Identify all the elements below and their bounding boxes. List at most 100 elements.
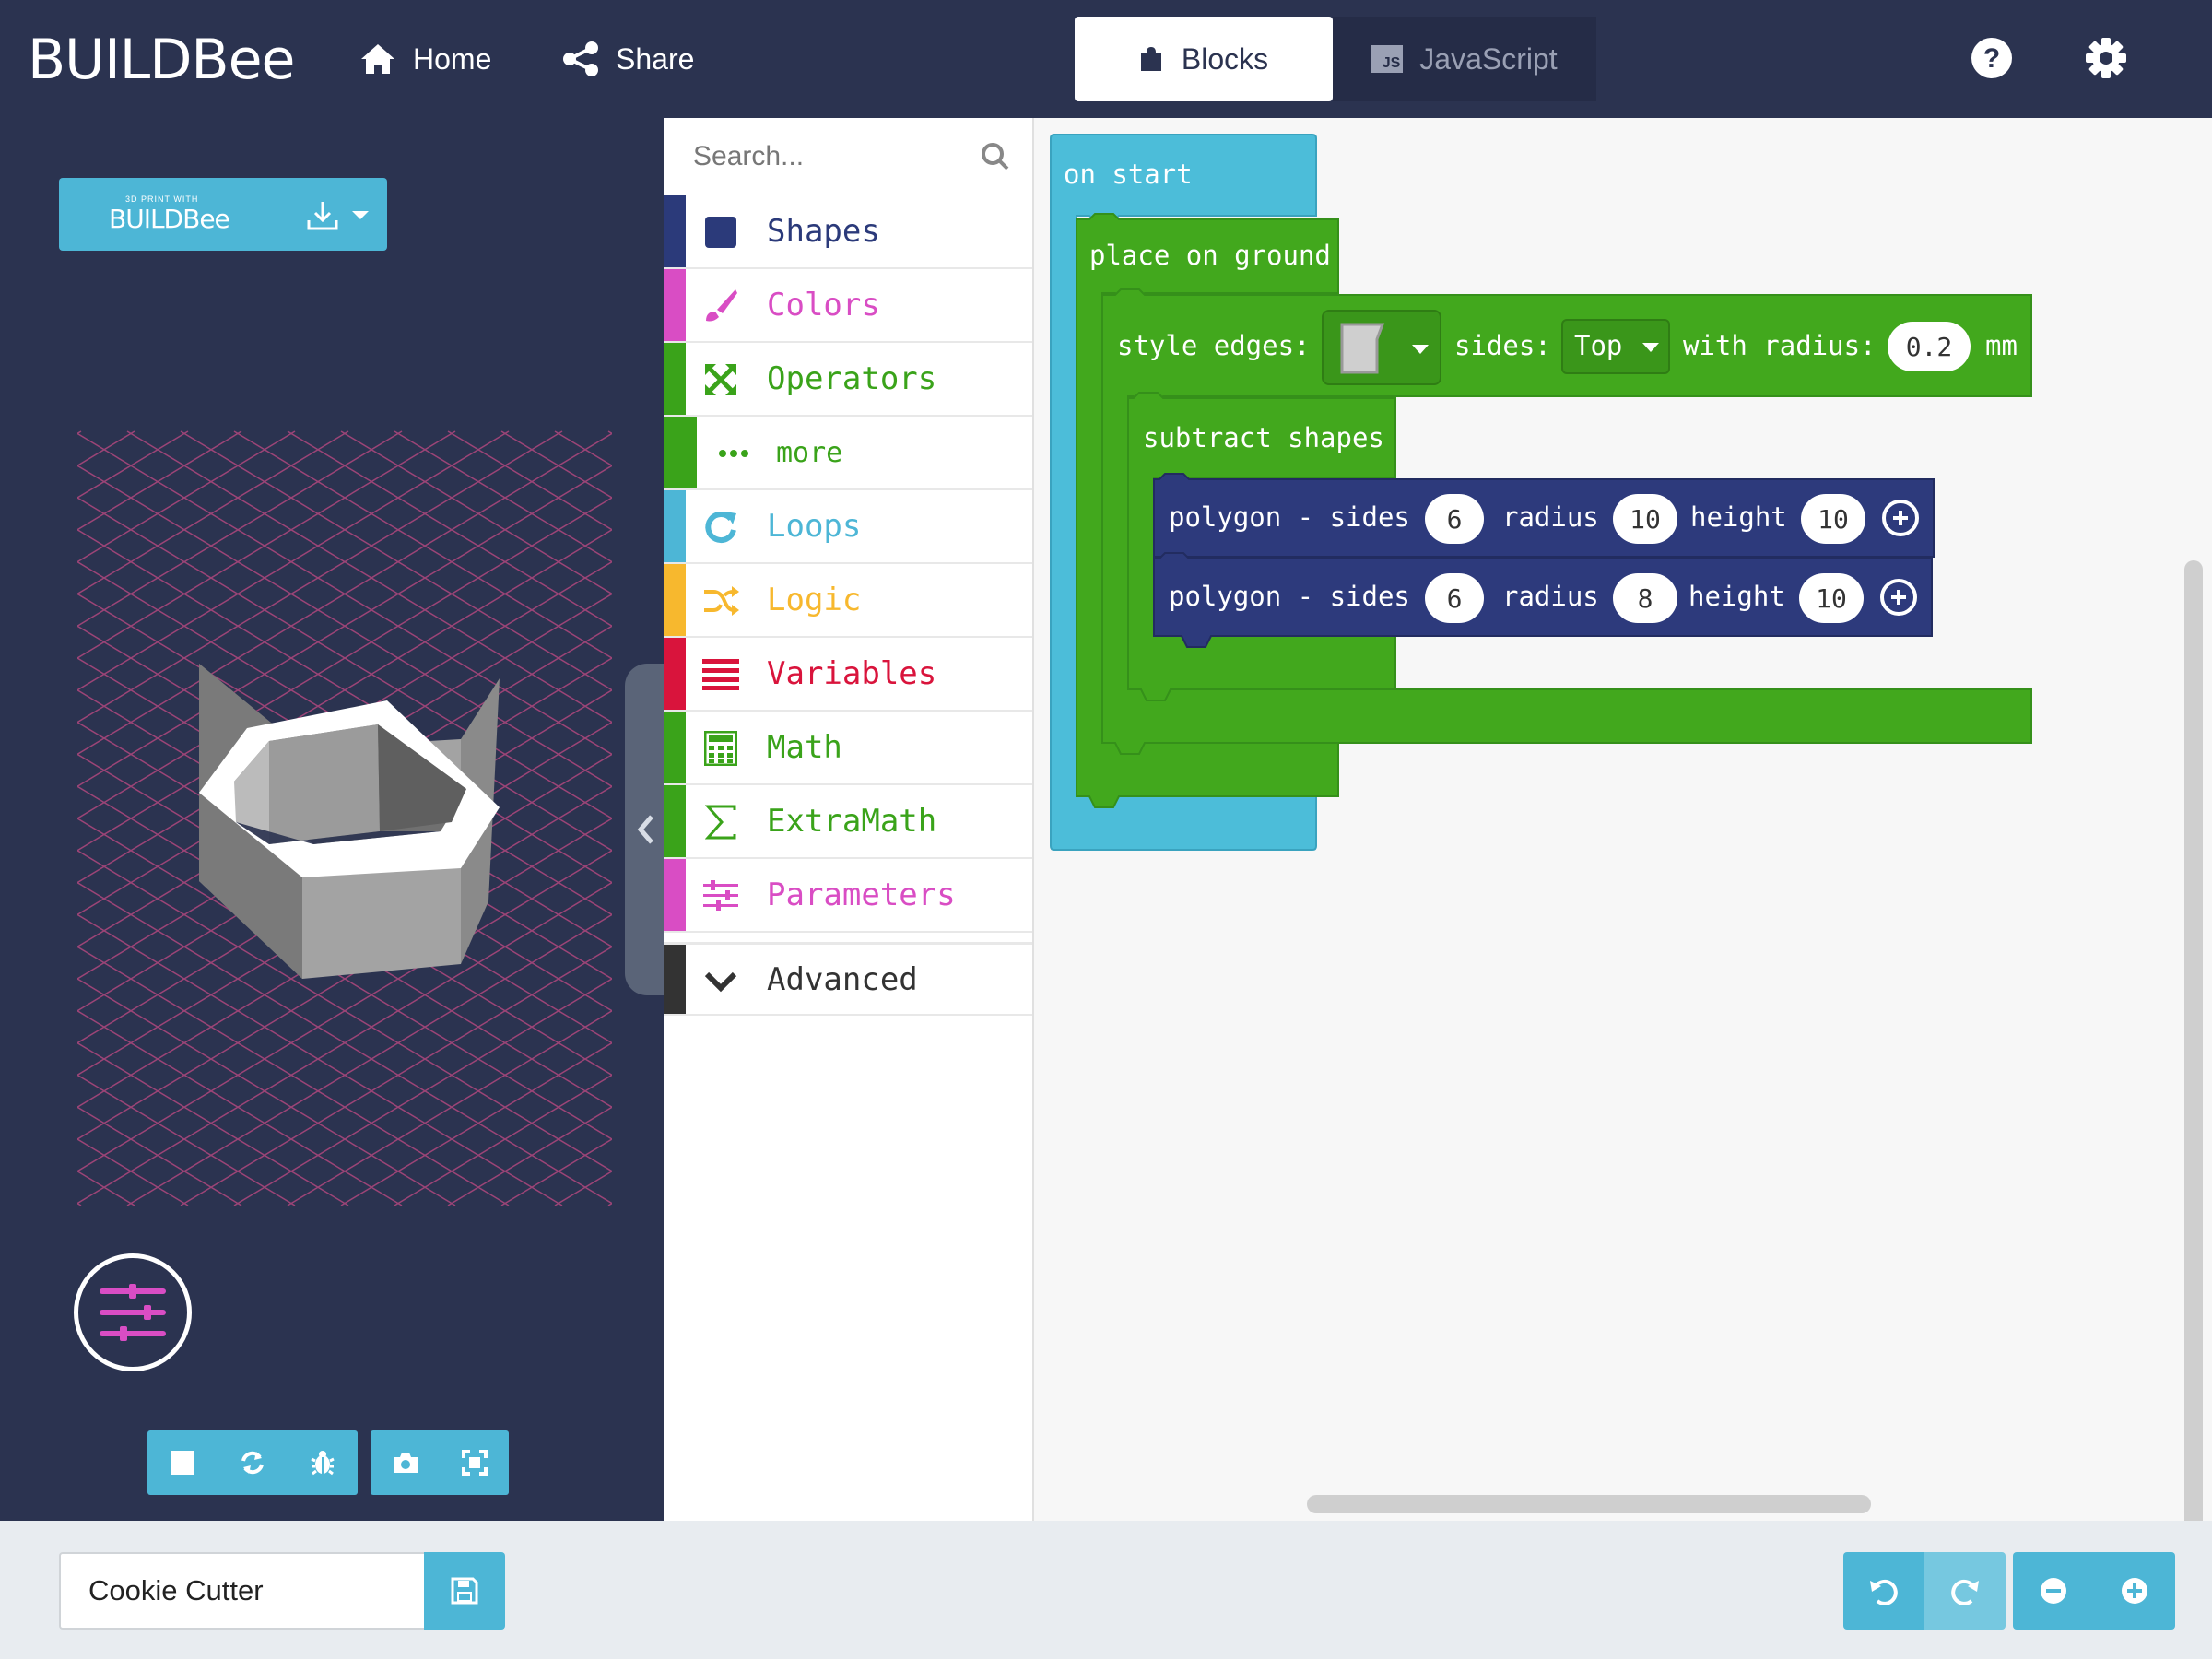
category-variables[interactable]: Variables bbox=[664, 638, 1032, 712]
add-parameter-icon[interactable] bbox=[1880, 579, 1917, 616]
project-name-input[interactable]: Cookie Cutter bbox=[59, 1552, 424, 1630]
help-button[interactable]: ? bbox=[1971, 37, 2013, 84]
camera-icon bbox=[393, 1453, 418, 1473]
buildbee-logo[interactable]: BUILDBee bbox=[28, 28, 295, 92]
tab-blocks[interactable]: Blocks bbox=[1075, 17, 1333, 101]
horizontal-scrollbar[interactable] bbox=[1307, 1495, 1871, 1513]
undo-icon bbox=[1870, 1579, 1898, 1605]
toolbox-search[interactable]: Search... bbox=[664, 118, 1032, 195]
share-link[interactable]: Share bbox=[562, 29, 694, 88]
refresh-icon bbox=[702, 509, 739, 546]
place-on-ground-label: place on ground bbox=[1089, 240, 1331, 271]
add-parameter-icon[interactable] bbox=[1882, 500, 1919, 536]
home-icon bbox=[361, 44, 394, 74]
grid-line bbox=[77, 430, 135, 467]
category-shapes[interactable]: Shapes bbox=[664, 195, 1032, 269]
sigma-icon bbox=[702, 804, 739, 841]
bug-icon bbox=[311, 1451, 335, 1476]
polygon-radius-input[interactable]: 8 bbox=[1613, 573, 1677, 623]
zoom-in-button[interactable] bbox=[2094, 1552, 2175, 1630]
category-math[interactable]: Math bbox=[664, 712, 1032, 785]
grid-line bbox=[77, 1170, 135, 1206]
polygon-height-label: height bbox=[1688, 581, 1785, 612]
shuffle-icon bbox=[702, 582, 739, 619]
dots-icon bbox=[715, 435, 752, 472]
undo-button[interactable] bbox=[1843, 1552, 1924, 1630]
polygon-radius-input[interactable]: 10 bbox=[1613, 494, 1677, 544]
help-icon: ? bbox=[1971, 38, 2012, 78]
calculator-icon bbox=[702, 730, 739, 767]
search-input[interactable]: Search... bbox=[693, 141, 804, 172]
category-colors[interactable]: Colors bbox=[664, 269, 1032, 343]
save-button[interactable] bbox=[424, 1552, 505, 1630]
settings-button[interactable] bbox=[2085, 37, 2127, 84]
refresh-icon bbox=[241, 1451, 264, 1475]
bottom-bar: Cookie Cutter bbox=[0, 1521, 2212, 1659]
fullscreen-button[interactable] bbox=[440, 1430, 509, 1495]
home-link[interactable]: Home bbox=[359, 29, 491, 88]
edge-style-dropdown[interactable] bbox=[1322, 310, 1441, 385]
edge-style-icon bbox=[1340, 323, 1385, 374]
category-operators[interactable]: Operators bbox=[664, 343, 1032, 417]
polygon-radius-label: radius bbox=[1502, 581, 1599, 612]
stop-button[interactable] bbox=[147, 1430, 218, 1495]
stop-icon bbox=[171, 1451, 194, 1475]
print-logo-text: BUILDBee bbox=[109, 204, 230, 234]
polygon-height-input[interactable]: 10 bbox=[1799, 573, 1864, 623]
tab-javascript[interactable]: JS JavaScript bbox=[1333, 17, 1596, 101]
polygon-sides-input[interactable]: 6 bbox=[1425, 573, 1484, 623]
chevron-down-icon bbox=[702, 963, 739, 1000]
category-logic[interactable]: Logic bbox=[664, 564, 1032, 638]
tab-blocks-label: Blocks bbox=[1181, 41, 1269, 76]
parameters-toggle-button[interactable] bbox=[74, 1253, 192, 1371]
floppy-disk-icon bbox=[451, 1577, 478, 1605]
edge-radius-input[interactable]: 0.2 bbox=[1888, 322, 1971, 371]
category-loops[interactable]: Loops bbox=[664, 490, 1032, 564]
caret-down-icon bbox=[1412, 345, 1429, 354]
chevron-left-icon bbox=[637, 815, 653, 844]
screenshot-button[interactable] bbox=[371, 1430, 440, 1495]
square-icon bbox=[702, 214, 739, 251]
simulator-controls bbox=[147, 1430, 358, 1495]
blocks-workspace[interactable]: on start place on ground style edges: si… bbox=[1034, 118, 2212, 1521]
category-operators-more[interactable]: more bbox=[664, 417, 1032, 490]
unit-label: mm bbox=[1985, 330, 2018, 361]
category-advanced[interactable]: Advanced bbox=[664, 942, 1032, 1016]
category-parameters[interactable]: Parameters bbox=[664, 859, 1032, 933]
collapse-preview-button[interactable] bbox=[625, 664, 667, 995]
gear-icon bbox=[2086, 38, 2126, 78]
sides-dropdown[interactable]: Top bbox=[1561, 319, 1670, 374]
subtract-shapes-label: subtract shapes bbox=[1143, 422, 1384, 453]
polygon-sides-label: polygon - sides bbox=[1169, 581, 1410, 612]
search-icon[interactable] bbox=[981, 142, 1010, 171]
plus-circle-icon bbox=[2122, 1578, 2147, 1604]
polygon-radius-label: radius bbox=[1502, 501, 1599, 533]
sides-label: sides: bbox=[1454, 330, 1551, 361]
polygon-sides-input[interactable]: 6 bbox=[1425, 494, 1484, 544]
list-icon bbox=[702, 656, 739, 693]
3d-preview-panel[interactable]: 3D PRINT WITH BUILDBee bbox=[0, 118, 664, 1521]
javascript-icon: JS bbox=[1371, 45, 1404, 73]
paintbrush-icon bbox=[702, 288, 739, 324]
print-with-buildbee-button[interactable]: 3D PRINT WITH BUILDBee bbox=[59, 178, 387, 251]
category-extramath[interactable]: ExtraMath bbox=[664, 785, 1032, 859]
caret-down-icon bbox=[1642, 343, 1659, 352]
minus-circle-icon bbox=[2041, 1578, 2066, 1604]
zoom-out-button[interactable] bbox=[2013, 1552, 2094, 1630]
restart-button[interactable] bbox=[218, 1430, 288, 1495]
redo-button[interactable] bbox=[1924, 1552, 2006, 1630]
redo-icon bbox=[1951, 1579, 1979, 1605]
share-label: Share bbox=[616, 41, 695, 76]
hexagon-model[interactable] bbox=[184, 651, 516, 982]
dropdown-caret-icon[interactable] bbox=[352, 211, 369, 219]
grid-line bbox=[0, 431, 28, 1206]
block-toolbox: Search... Shapes Colors Operators more L… bbox=[664, 118, 1034, 1521]
sliders-icon bbox=[702, 877, 739, 914]
download-icon bbox=[307, 202, 338, 230]
logo-bee-text: Bee bbox=[191, 28, 295, 92]
polygon-height-input[interactable]: 10 bbox=[1801, 494, 1865, 544]
debug-button[interactable] bbox=[288, 1430, 358, 1495]
vertical-scrollbar[interactable] bbox=[2184, 560, 2203, 1521]
fullscreen-icon bbox=[461, 1450, 488, 1476]
grid-line bbox=[77, 1202, 82, 1206]
